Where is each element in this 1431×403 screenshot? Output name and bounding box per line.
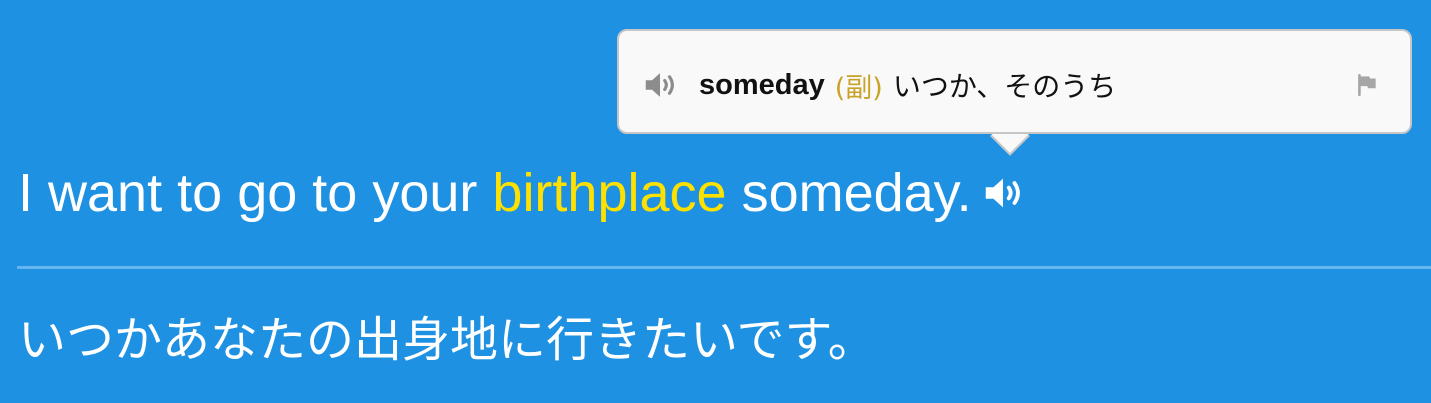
sentence-word[interactable]: go [237,166,297,220]
sentence-word[interactable]: I [18,166,33,220]
speaker-icon[interactable] [980,170,1026,216]
sentence-word[interactable]: to [177,166,222,220]
sentence-line: I want to go to your birthplace someday. [18,158,1026,228]
sentence-word[interactable]: your [372,166,477,220]
flag-icon[interactable] [1354,72,1380,98]
word-popup: someday (副) いつか、そのうち [617,29,1412,134]
sentence-word[interactable]: to [312,166,357,220]
part-of-speech: (副) [834,72,883,104]
sentence-word-selected[interactable]: someday. [742,166,972,220]
sentence-word[interactable]: want [48,166,162,220]
speaker-icon[interactable] [641,66,679,104]
popup-row: someday (副) いつか、そのうち [641,65,1116,105]
translation-text: いつかあなたの出身地に行きたいです。 [18,312,876,368]
word-meaning: いつか、そのうち [892,70,1117,103]
popup-word: someday [699,68,825,101]
highlighted-word[interactable]: birthplace [492,166,726,220]
divider [17,266,1431,269]
